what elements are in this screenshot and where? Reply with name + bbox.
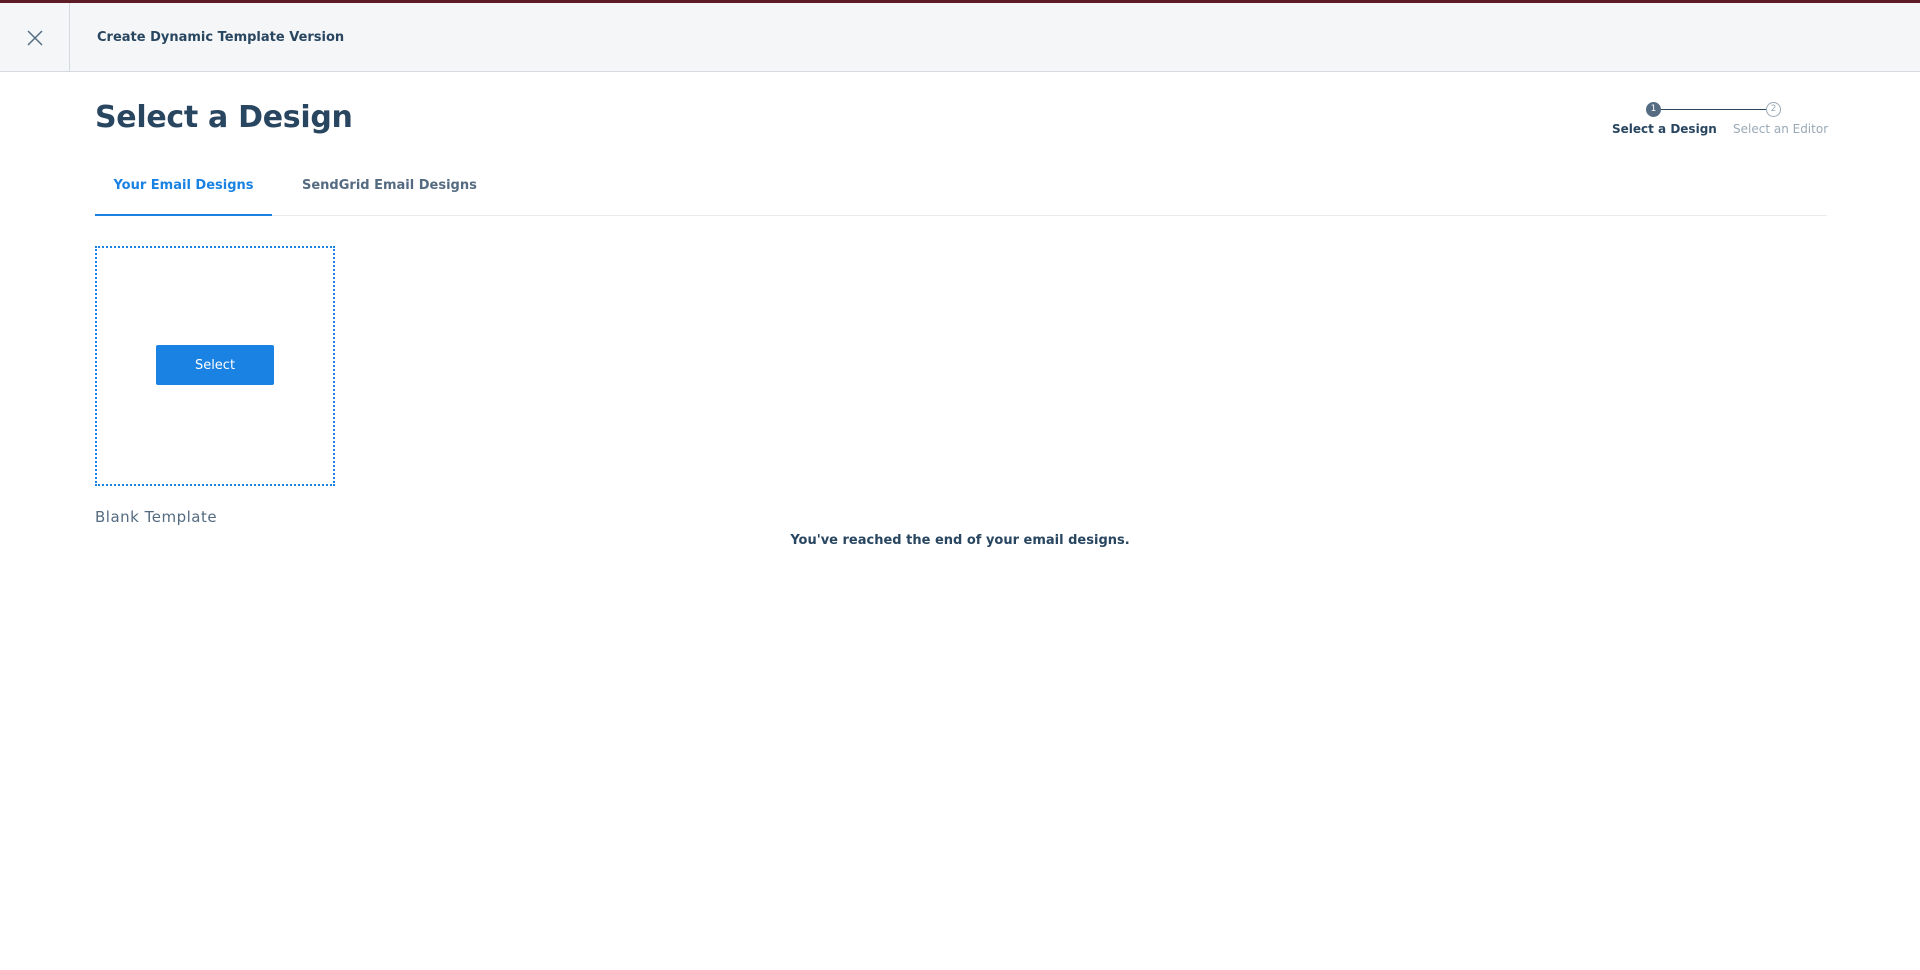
- blank-template-card[interactable]: Select: [95, 246, 335, 486]
- tab-sendgrid-email-designs[interactable]: SendGrid Email Designs: [272, 170, 507, 216]
- page-title: Select a Design: [95, 100, 353, 135]
- design-tabs: Your Email Designs SendGrid Email Design…: [95, 170, 1827, 216]
- header-bar: Create Dynamic Template Version: [0, 3, 1920, 72]
- step-1-number: 1: [1646, 102, 1661, 117]
- step-2-number: 2: [1766, 102, 1781, 117]
- window-title: Create Dynamic Template Version: [97, 30, 345, 45]
- close-icon: [26, 29, 43, 46]
- select-button[interactable]: Select: [156, 345, 274, 385]
- stepper-connector: [1661, 109, 1766, 110]
- end-of-list-message: You've reached the end of your email des…: [790, 533, 1130, 548]
- stepper: 1 2 Select a Design Select an Editor: [1600, 100, 1830, 140]
- step-2-label: Select an Editor: [1733, 122, 1829, 136]
- design-name: Blank Template: [95, 508, 218, 526]
- step-1-label: Select a Design: [1612, 122, 1717, 136]
- tab-your-email-designs[interactable]: Your Email Designs: [95, 170, 272, 216]
- close-button[interactable]: [0, 3, 70, 72]
